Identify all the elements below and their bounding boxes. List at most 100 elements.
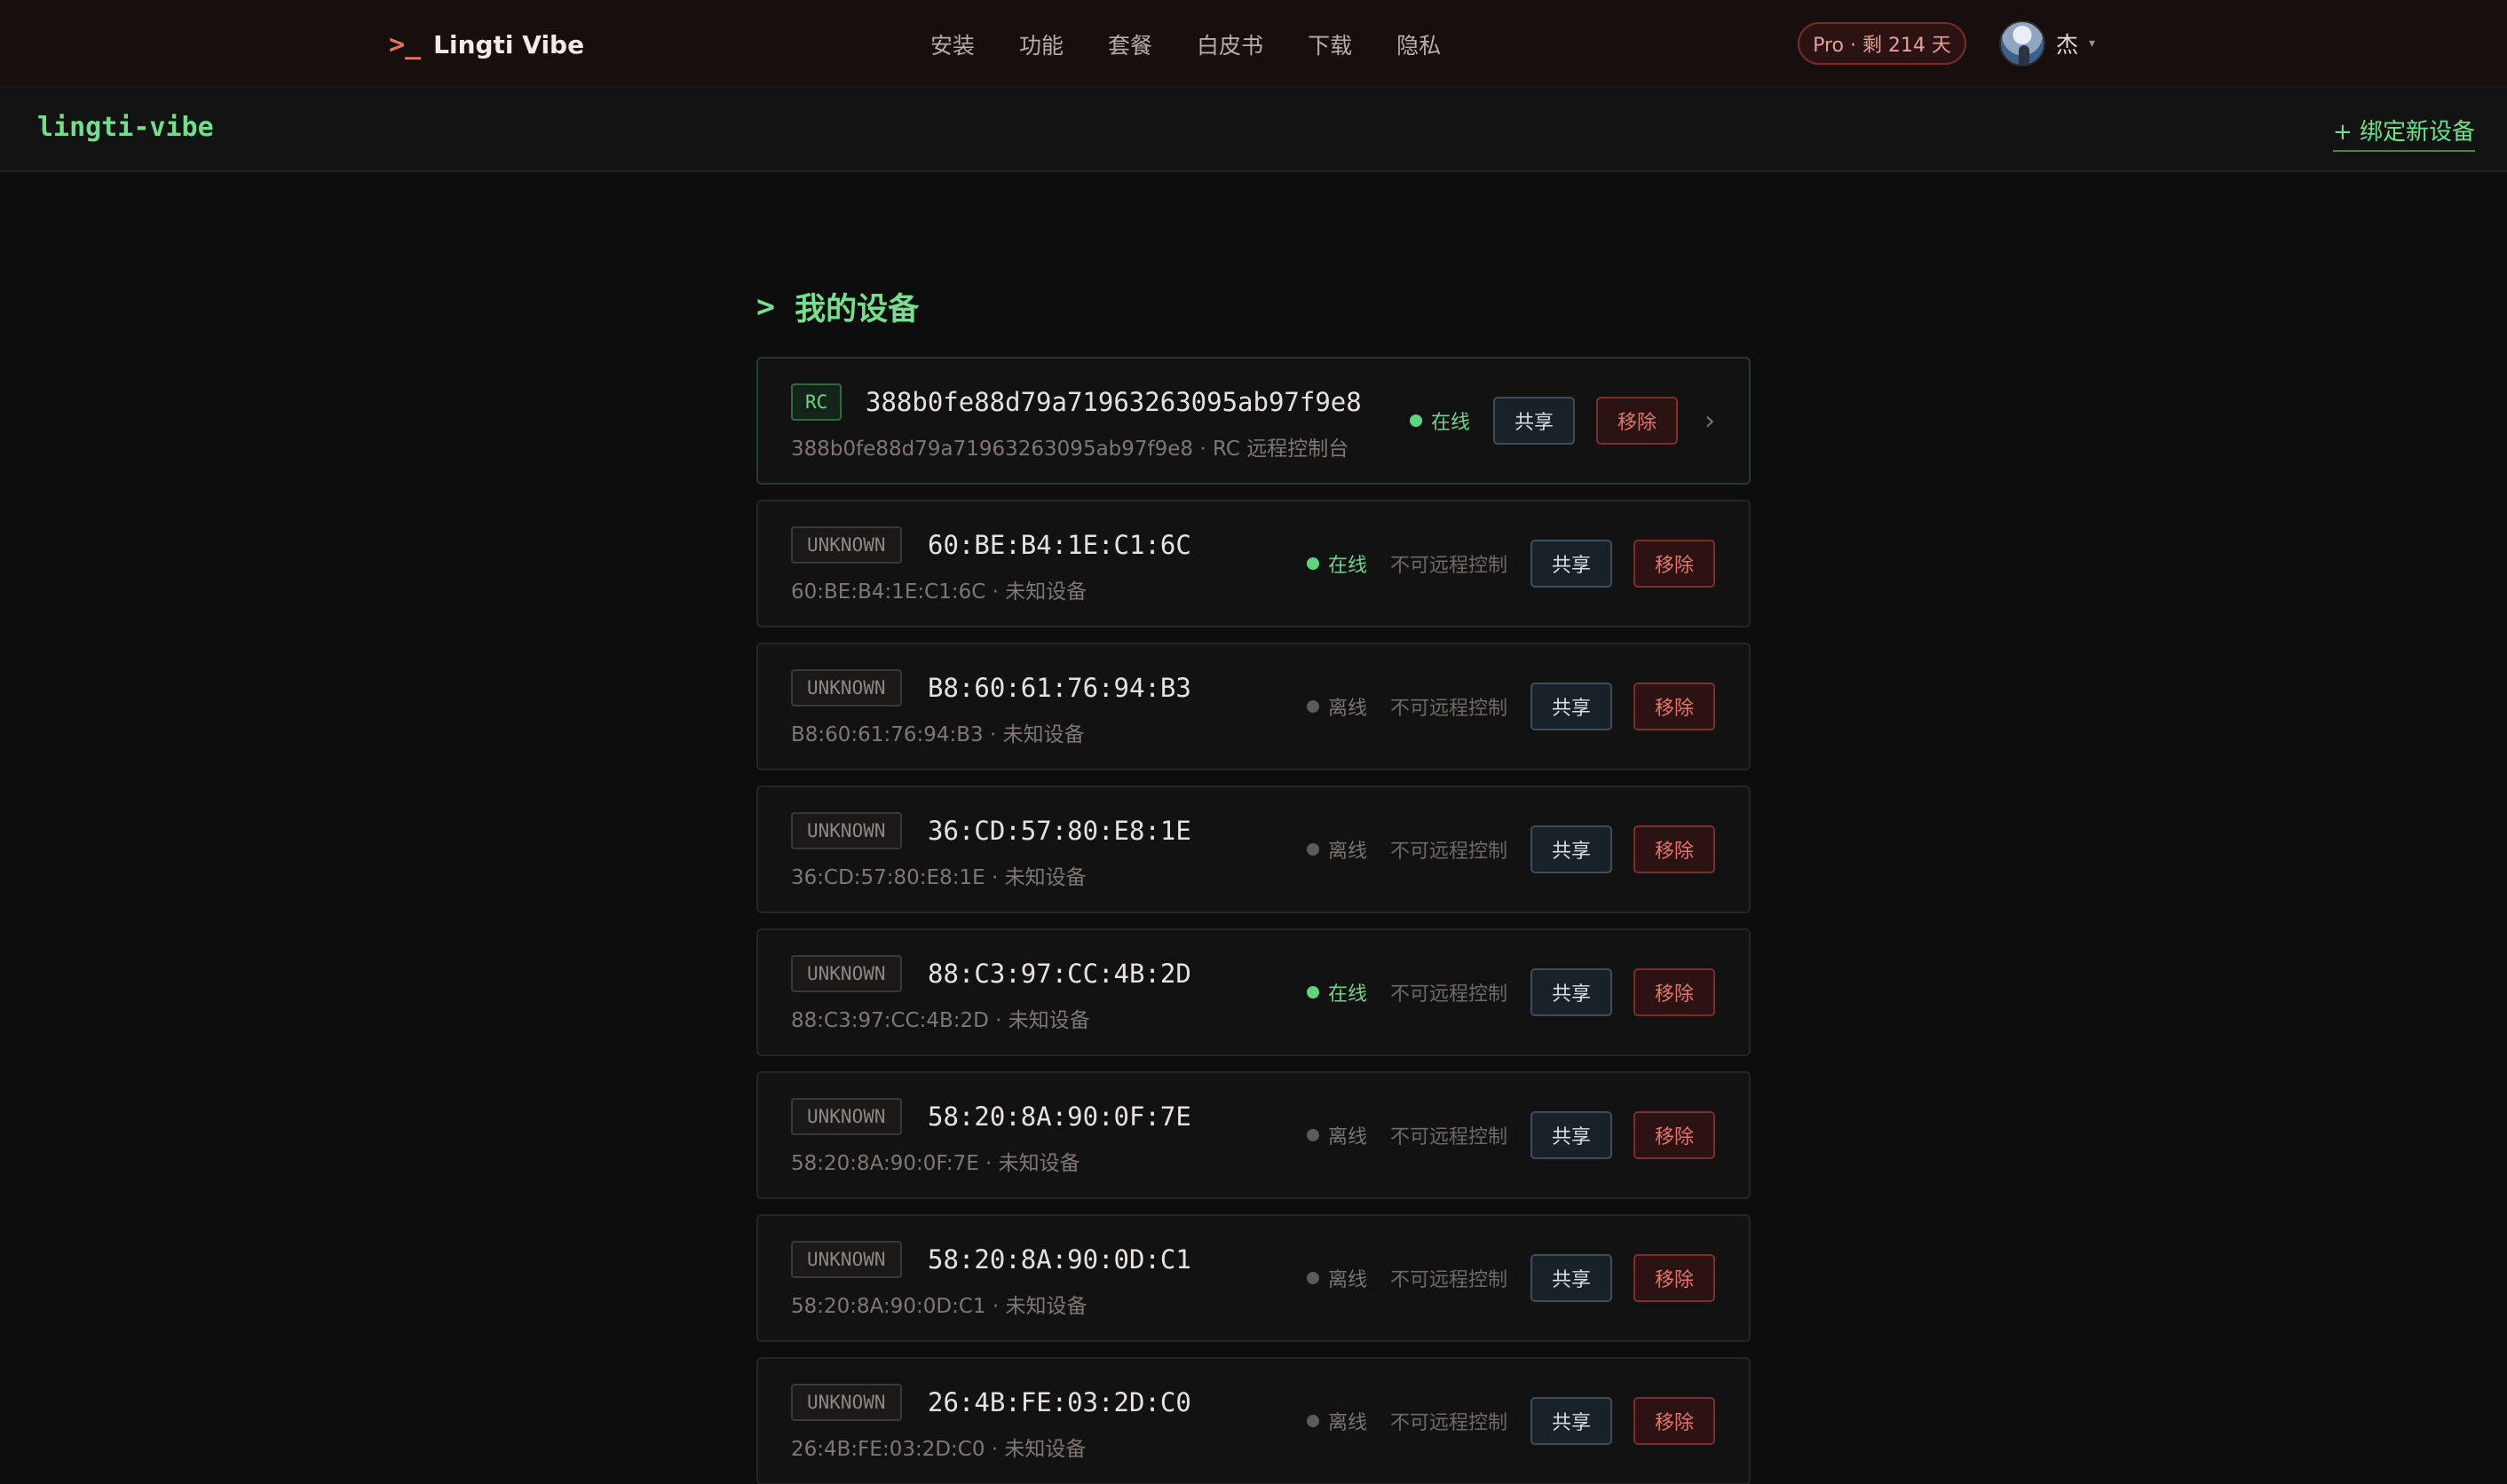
device-actions: 离线 不可远程控制 共享 移除 [1306, 787, 1715, 912]
device-type-tag: UNKNOWN [791, 1241, 902, 1278]
device-status: 离线 [1306, 692, 1367, 721]
device-card[interactable]: UNKNOWN 58:20:8A:90:0F:7E 58:20:8A:90:0F… [756, 1071, 1751, 1199]
chevron-right-icon[interactable]: › [1704, 406, 1715, 437]
device-type-tag: UNKNOWN [791, 669, 902, 706]
device-subtitle: 388b0fe88d79a71963263095ab97f9e8 · RC 远程… [791, 438, 1349, 461]
status-label: 在线 [1430, 412, 1470, 434]
device-subtitle: 60:BE:B4:1E:C1:6C · 未知设备 [791, 580, 1087, 604]
status-dot-icon [1306, 557, 1319, 570]
share-button[interactable]: 共享 [1530, 968, 1612, 1016]
remote-control-note: 不可远程控制 [1389, 1126, 1507, 1149]
status-label: 在线 [1327, 555, 1367, 577]
nav-features[interactable]: 功能 [1019, 28, 1064, 60]
section-title: > 我的设备 [756, 284, 919, 329]
nav-plans[interactable]: 套餐 [1108, 28, 1152, 60]
top-nav: >_ Lingti Vibe 安装 功能 套餐 白皮书 下载 隐私 Pro · … [0, 0, 2507, 87]
status-label: 离线 [1327, 1126, 1367, 1149]
device-subtitle: 88:C3:97:CC:4B:2D · 未知设备 [791, 1009, 1090, 1032]
device-subtitle: 36:CD:57:80:E8:1E · 未知设备 [791, 866, 1087, 889]
share-button[interactable]: 共享 [1492, 397, 1575, 445]
device-status: 在线 [1306, 978, 1367, 1006]
nav-links: 安装 功能 套餐 白皮书 下载 隐私 [930, 25, 1441, 64]
remote-control-note: 不可远程控制 [1389, 1412, 1507, 1434]
status-dot-icon [1409, 414, 1422, 427]
remove-button[interactable]: 移除 [1633, 540, 1715, 588]
share-button[interactable]: 共享 [1530, 1397, 1612, 1445]
device-actions: 离线 不可远程控制 共享 移除 [1306, 1216, 1715, 1340]
device-card[interactable]: UNKNOWN 36:CD:57:80:E8:1E 36:CD:57:80:E8… [756, 785, 1751, 913]
device-type-tag: RC [791, 383, 842, 421]
device-card[interactable]: UNKNOWN 60:BE:B4:1E:C1:6C 60:BE:B4:1E:C1… [756, 500, 1751, 628]
remote-control-note: 不可远程控制 [1389, 841, 1507, 863]
status-dot-icon [1306, 843, 1319, 856]
remove-button[interactable]: 移除 [1633, 825, 1715, 873]
device-actions: 离线 不可远程控制 共享 移除 [1306, 644, 1715, 769]
status-label: 离线 [1327, 1412, 1367, 1434]
device-name: 58:20:8A:90:0D:C1 [928, 1244, 1191, 1275]
nav-download[interactable]: 下载 [1308, 28, 1352, 60]
device-actions: 在线 不可远程控制 共享 移除 [1306, 501, 1715, 626]
remote-control-note: 不可远程控制 [1389, 555, 1507, 577]
share-button[interactable]: 共享 [1530, 825, 1612, 873]
device-status: 离线 [1306, 1407, 1367, 1435]
device-card[interactable]: UNKNOWN 26:4B:FE:03:2D:C0 26:4B:FE:03:2D… [756, 1357, 1751, 1484]
device-name: 26:4B:FE:03:2D:C0 [928, 1387, 1191, 1417]
remove-button[interactable]: 移除 [1633, 1397, 1715, 1445]
remote-control-note: 不可远程控制 [1389, 983, 1507, 1006]
device-name: 58:20:8A:90:0F:7E [928, 1101, 1191, 1132]
section-title-text: 我的设备 [795, 292, 920, 328]
share-button[interactable]: 共享 [1530, 1111, 1612, 1159]
device-status: 离线 [1306, 835, 1367, 864]
device-status: 离线 [1306, 1264, 1367, 1292]
device-card[interactable]: UNKNOWN 88:C3:97:CC:4B:2D 88:C3:97:CC:4B… [756, 928, 1751, 1056]
device-type-tag: UNKNOWN [791, 955, 902, 992]
remove-button[interactable]: 移除 [1633, 1111, 1715, 1159]
remove-button[interactable]: 移除 [1633, 968, 1715, 1016]
device-name: 36:CD:57:80:E8:1E [928, 816, 1191, 846]
share-button[interactable]: 共享 [1530, 683, 1612, 730]
remove-button[interactable]: 移除 [1633, 683, 1715, 730]
device-name: B8:60:61:76:94:B3 [928, 673, 1191, 703]
device-subtitle: 58:20:8A:90:0F:7E · 未知设备 [791, 1152, 1080, 1175]
pro-badge[interactable]: Pro · 剩 214 天 [1798, 22, 1966, 65]
project-name: lingti-vibe [37, 112, 214, 143]
device-actions: 离线 不可远程控制 共享 移除 [1306, 1359, 1715, 1483]
remote-control-note: 不可远程控制 [1389, 698, 1507, 720]
device-card[interactable]: UNKNOWN 58:20:8A:90:0D:C1 58:20:8A:90:0D… [756, 1214, 1751, 1342]
device-status: 离线 [1306, 1121, 1367, 1149]
status-label: 离线 [1327, 841, 1367, 863]
status-dot-icon [1306, 1272, 1319, 1284]
user-name: 杰 [2056, 32, 2079, 58]
remove-button[interactable]: 移除 [1633, 1254, 1715, 1302]
status-dot-icon [1306, 1415, 1319, 1427]
device-type-tag: UNKNOWN [791, 526, 902, 564]
project-bar: lingti-vibe + 绑定新设备 [0, 87, 2507, 172]
nav-install[interactable]: 安装 [930, 28, 975, 60]
nav-whitepaper[interactable]: 白皮书 [1197, 28, 1263, 60]
status-label: 离线 [1327, 698, 1367, 720]
device-subtitle: 58:20:8A:90:0D:C1 · 未知设备 [791, 1295, 1087, 1318]
device-type-tag: UNKNOWN [791, 1384, 902, 1421]
device-name: 388b0fe88d79a71963263095ab97f9e8 [866, 387, 1362, 417]
device-name: 88:C3:97:CC:4B:2D [928, 959, 1191, 989]
share-button[interactable]: 共享 [1530, 1254, 1612, 1302]
status-dot-icon [1306, 1129, 1319, 1141]
device-card[interactable]: RC 388b0fe88d79a71963263095ab97f9e8 388b… [756, 357, 1751, 485]
device-type-tag: UNKNOWN [791, 812, 902, 849]
prompt-chevron-icon: > [756, 288, 776, 325]
bind-new-device-button[interactable]: + 绑定新设备 [2333, 114, 2476, 152]
nav-privacy[interactable]: 隐私 [1396, 28, 1441, 60]
user-menu[interactable]: 杰 ▾ [1999, 20, 2095, 67]
device-type-tag: UNKNOWN [791, 1098, 902, 1135]
share-button[interactable]: 共享 [1530, 540, 1612, 588]
device-card[interactable]: UNKNOWN B8:60:61:76:94:B3 B8:60:61:76:94… [756, 643, 1751, 770]
device-actions: 在线 共享 移除 › [1409, 359, 1715, 483]
caret-down-icon: ▾ [2089, 36, 2096, 51]
status-label: 在线 [1327, 983, 1367, 1006]
device-status: 在线 [1409, 407, 1470, 435]
device-list: RC 388b0fe88d79a71963263095ab97f9e8 388b… [756, 357, 1751, 1484]
brand-logo[interactable]: >_ Lingti Vibe [389, 25, 584, 64]
status-dot-icon [1306, 986, 1319, 999]
remove-button[interactable]: 移除 [1595, 397, 1678, 445]
device-actions: 在线 不可远程控制 共享 移除 [1306, 930, 1715, 1054]
